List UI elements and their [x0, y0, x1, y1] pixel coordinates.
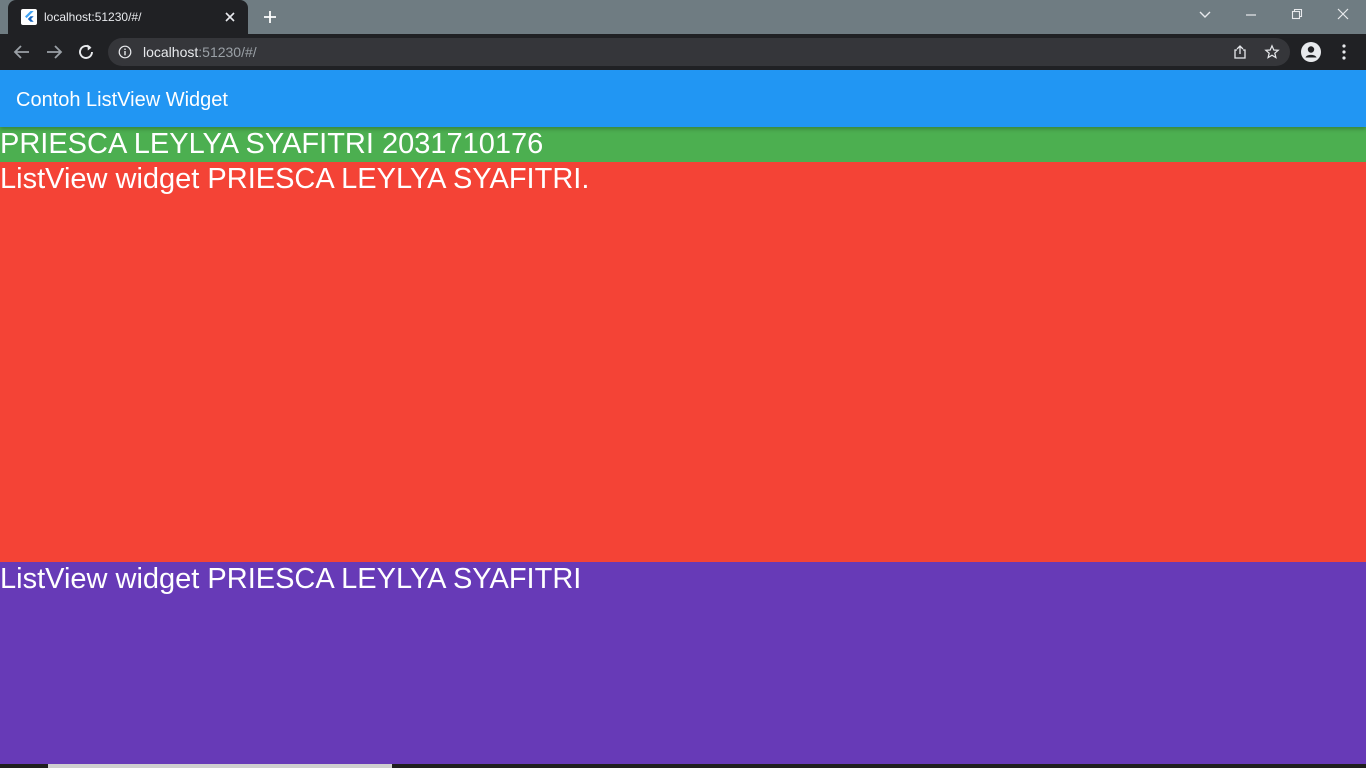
share-icon[interactable]: [1232, 44, 1248, 60]
app-bar-title: Contoh ListView Widget: [16, 89, 228, 111]
list-item-text: ListView widget PRIESCA LEYLYA SYAFITRI: [0, 563, 582, 595]
list-item-red: ListView widget PRIESCA LEYLYA SYAFITRI.: [0, 162, 1366, 562]
browser-toolbar: localhost:51230/#/: [0, 34, 1366, 70]
bottom-edge: [0, 764, 1366, 768]
forward-arrow-icon[interactable]: [43, 41, 65, 63]
flutter-favicon-icon: [21, 9, 37, 25]
tab-search-icon[interactable]: [1193, 4, 1217, 26]
bookmark-star-icon[interactable]: [1264, 44, 1280, 60]
site-info-icon[interactable]: [118, 45, 132, 59]
tab-strip: localhost:51230/#/: [0, 0, 1366, 34]
minimize-icon[interactable]: [1239, 4, 1263, 26]
browser-tab[interactable]: localhost:51230/#/: [8, 0, 248, 34]
tab-title: localhost:51230/#/: [44, 10, 142, 24]
kebab-menu-icon[interactable]: [1336, 42, 1352, 62]
bottom-edge-segment: [48, 764, 392, 768]
back-arrow-icon[interactable]: [11, 41, 33, 63]
list-item-purple: ListView widget PRIESCA LEYLYA SYAFITRI: [0, 562, 1366, 764]
url-path: :51230/#/: [198, 44, 257, 60]
close-tab-icon[interactable]: [222, 9, 238, 25]
list-item-text: ListView widget PRIESCA LEYLYA SYAFITRI.: [0, 163, 590, 195]
close-window-icon[interactable]: [1331, 4, 1355, 26]
new-tab-icon[interactable]: [260, 7, 280, 27]
url-text[interactable]: localhost:51230/#/: [143, 44, 257, 60]
app-viewport: Contoh ListView Widget PRIESCA LEYLYA SY…: [0, 70, 1366, 764]
reload-icon[interactable]: [75, 41, 97, 63]
url-host: localhost: [143, 44, 199, 60]
address-bar[interactable]: localhost:51230/#/: [108, 38, 1290, 66]
list-item-text: PRIESCA LEYLYA SYAFITRI 2031710176: [0, 128, 544, 160]
restore-icon[interactable]: [1285, 4, 1309, 26]
list-item-green: PRIESCA LEYLYA SYAFITRI 2031710176: [0, 127, 1366, 162]
profile-avatar-icon[interactable]: [1301, 42, 1321, 62]
app-bar: Contoh ListView Widget: [0, 70, 1366, 127]
